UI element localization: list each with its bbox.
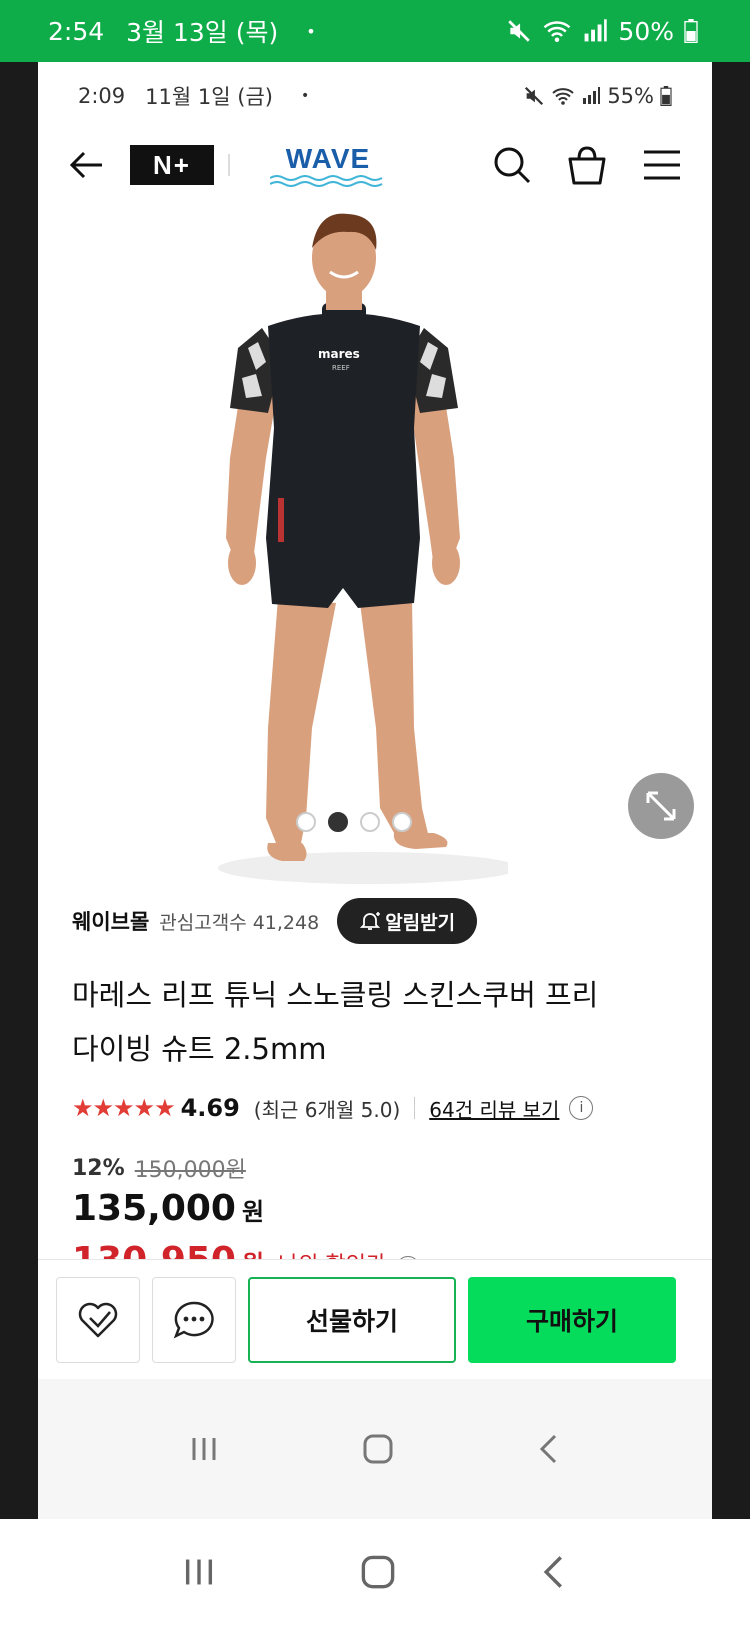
expand-icon: [646, 791, 676, 821]
product-title-line1: 마레스 리프 튜닉 스노클링 스킨스쿠버 프리: [72, 978, 599, 1012]
back-button[interactable]: [68, 145, 108, 185]
inner-status-bar: 2:09 11월 1일 (금) • 55%: [38, 62, 712, 130]
outer-battery-text: 50%: [618, 16, 674, 46]
buy-button[interactable]: 구매하기: [468, 1276, 676, 1363]
carousel-dots: [296, 812, 412, 832]
home-icon[interactable]: [360, 1554, 396, 1590]
outer-status-icons: 50%: [506, 17, 698, 46]
left-frame: [0, 62, 38, 1519]
logo-text: WAVE: [285, 143, 371, 174]
carousel-dot-1[interactable]: [296, 812, 316, 832]
svg-text:REEF: REEF: [332, 364, 350, 372]
heart-check-icon: [78, 1302, 118, 1337]
mute-icon: [525, 86, 544, 106]
top-nav: N+ WAVE: [38, 130, 712, 200]
home-icon[interactable]: [362, 1433, 394, 1465]
product-image: mares REEF: [218, 213, 508, 884]
inner-dot: •: [300, 88, 310, 104]
signal-icon: [585, 19, 608, 42]
wifi-icon: [544, 21, 571, 42]
nav-divider: [228, 154, 230, 176]
notify-button[interactable]: 알림받기: [337, 898, 478, 944]
signal-icon: [583, 87, 601, 104]
product-title: 마레스 리프 튜닉 스노클링 스킨스쿠버 프리 다이빙 슈트 2.5mm: [38, 968, 712, 1076]
product-image-carousel[interactable]: mares REEF: [38, 208, 712, 888]
carousel-dot-2[interactable]: [328, 812, 348, 832]
battery-icon: [684, 19, 698, 43]
inner-status-icons: 55%: [523, 84, 672, 108]
seller-fans-count: 관심고객수 41,248: [159, 911, 320, 934]
discount-percent: 12%: [72, 1155, 125, 1181]
battery-icon: [660, 86, 672, 106]
expand-button[interactable]: [628, 773, 694, 839]
outer-dot: •: [306, 21, 316, 41]
rating-recent: (최근 6개월 5.0): [253, 1097, 401, 1122]
outer-clock: 2:54: [48, 16, 105, 46]
discount-row: 12% 150,000원: [72, 1148, 678, 1188]
inner-system-nav: [38, 1379, 712, 1519]
inner-battery-text: 55%: [607, 84, 654, 108]
search-icon[interactable]: [492, 145, 532, 185]
reviews-link[interactable]: 64건 리뷰 보기: [429, 1094, 559, 1123]
wifi-icon: [552, 88, 574, 105]
rating-separator: [414, 1097, 416, 1119]
outer-date: 3월 13일 (목): [126, 18, 279, 47]
nplus-badge[interactable]: N+: [130, 145, 214, 185]
seller-name[interactable]: 웨이브몰: [72, 906, 149, 936]
back-nav-icon[interactable]: [540, 1554, 568, 1590]
inner-screen: 2:09 11월 1일 (금) • 55% N+ WAVE mares REEF…: [38, 62, 712, 1519]
outer-system-nav: [0, 1519, 750, 1625]
inner-date: 11월 1일 (금): [145, 85, 273, 109]
sale-price-unit: 원: [241, 1198, 265, 1226]
info-icon[interactable]: i: [569, 1096, 594, 1120]
nav-icons: [492, 145, 682, 185]
recents-icon[interactable]: [182, 1555, 216, 1589]
notify-label: 알림받기: [385, 911, 456, 934]
inner-clock: 2:09: [78, 84, 126, 108]
product-title-line2: 다이빙 슈트 2.5mm: [72, 1032, 327, 1066]
bag-icon[interactable]: [566, 145, 608, 185]
original-price: 150,000원: [134, 1158, 246, 1183]
sale-price-row: 135,000 원: [72, 1188, 678, 1240]
back-nav-icon[interactable]: [537, 1433, 561, 1465]
carousel-dot-3[interactable]: [360, 812, 380, 832]
arrow-left-icon: [69, 151, 102, 179]
outer-status-bar: 2:54 3월 13일 (목) • 50%: [0, 0, 750, 62]
carousel-dot-4[interactable]: [392, 812, 412, 832]
svg-text:mares: mares: [318, 347, 360, 361]
chat-button[interactable]: [152, 1276, 236, 1363]
rating-stars: ★★★★★: [72, 1094, 176, 1122]
menu-icon[interactable]: [642, 149, 682, 181]
chat-icon: [173, 1301, 214, 1339]
recents-icon[interactable]: [189, 1434, 219, 1464]
sale-price: 135,000: [72, 1188, 236, 1229]
right-frame: [712, 62, 750, 1519]
bell-plus-icon: [360, 912, 381, 930]
action-bar: 선물하기 구매하기: [38, 1259, 712, 1379]
mute-icon: [508, 20, 531, 42]
wishlist-button[interactable]: [56, 1276, 140, 1363]
gift-button[interactable]: 선물하기: [248, 1276, 456, 1363]
rating-score: 4.69: [180, 1094, 240, 1122]
waves-icon: [270, 175, 383, 187]
rating-row: ★★★★★ 4.69 (최근 6개월 5.0) 64건 리뷰 보기 i: [38, 1088, 712, 1128]
wave-logo[interactable]: WAVE: [270, 143, 386, 187]
seller-row: 웨이브몰 관심고객수 41,248 알림받기: [38, 896, 712, 946]
